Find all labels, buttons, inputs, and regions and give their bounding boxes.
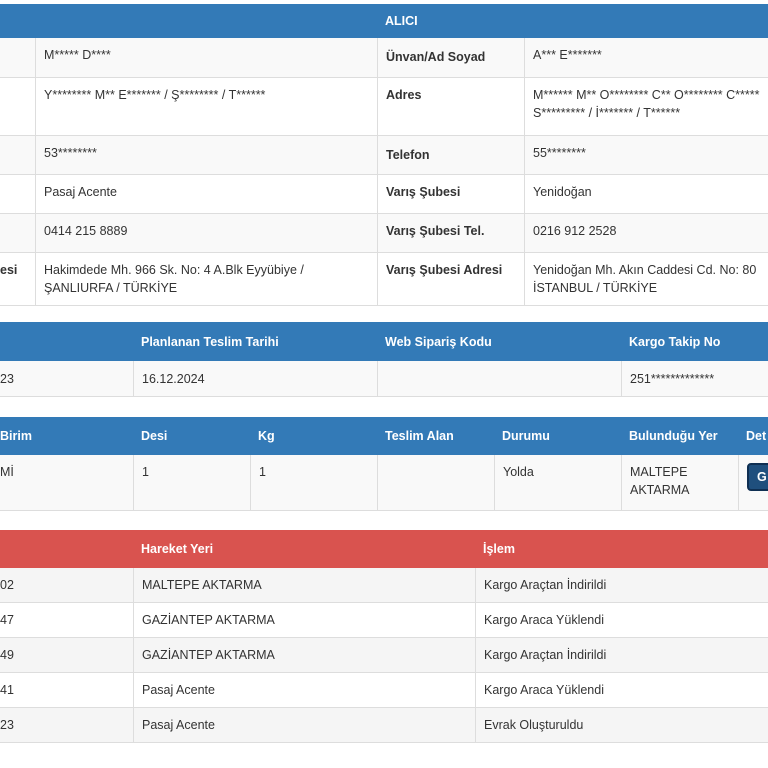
planned-delivery-value: 16.12.2024 — [133, 361, 377, 396]
recipient-name-label: Ünvan/Ad Soyad — [377, 38, 524, 77]
recipient-phone-value: 55******** — [524, 136, 768, 174]
movements-header-row: Hareket Yeri İşlem — [0, 530, 768, 568]
received-by-header: Teslim Alan — [377, 417, 494, 455]
party-header-row: ALICI — [0, 4, 768, 38]
desi-value: 1 — [133, 455, 250, 510]
sender-name-value: M***** D**** — [35, 38, 377, 77]
movement-time: 23 — [0, 718, 14, 732]
sender-label — [0, 214, 35, 252]
recipient-address-label: Adres — [377, 78, 524, 135]
tracking-number-value: 251************* — [621, 361, 768, 396]
movement-row: 49 GAZİANTEP AKTARMA Kargo Araçtan İndir… — [0, 638, 768, 673]
unit-header: Birim — [0, 417, 133, 455]
sender-address-value: Y******** M** E******* / Ş******** / T**… — [35, 78, 377, 135]
arrival-branch-value: Yenidoğan — [524, 175, 768, 213]
kg-value: 1 — [250, 455, 377, 510]
status-table: Birim Desi Kg Teslim Alan Durumu Bulundu… — [0, 417, 768, 511]
party-row-phone: 53******** Telefon 55******** — [0, 136, 768, 175]
web-order-code-value — [377, 361, 621, 396]
movement-action: Kargo Araca Yüklendi — [475, 603, 768, 637]
detail-cell: G — [738, 455, 768, 510]
movements-table: Hareket Yeri İşlem 02 MALTEPE AKTARMA Ka… — [0, 530, 768, 745]
shipment-cell-0: 23 — [0, 371, 14, 386]
arrival-branch-address-line2: İSTANBUL / TÜRKİYE — [533, 281, 658, 295]
sender-label — [0, 78, 35, 135]
movement-location: Pasaj Acente — [133, 708, 475, 742]
sender-phone-value: 53******** — [35, 136, 377, 174]
sender-branch-address-line2: ŞANLIURFA / TÜRKİYE — [44, 281, 178, 295]
state-value: Yolda — [494, 455, 621, 510]
recipient-header: ALICI — [377, 4, 768, 38]
sender-branch-phone-value: 0414 215 8889 — [35, 214, 377, 252]
planned-delivery-header: Planlanan Teslim Tarihi — [133, 322, 377, 361]
movement-location: MALTEPE AKTARMA — [133, 568, 475, 602]
detail-button[interactable]: G — [747, 463, 768, 491]
web-order-code-header: Web Sipariş Kodu — [377, 322, 621, 361]
movement-action: Kargo Araca Yüklendi — [475, 673, 768, 707]
unit-value: Mİ — [0, 465, 14, 479]
kg-header: Kg — [250, 417, 377, 455]
recipient-address-value: M****** M** O******** C** O******** C***… — [524, 78, 768, 135]
movement-action: Kargo Araçtan İndirildi — [475, 568, 768, 602]
recipient-address-line2: S********* / İ******* / T****** — [533, 106, 681, 120]
party-row-branch-phone: 0414 215 8889 Varış Şubesi Tel. 0216 912… — [0, 214, 768, 253]
movement-action-header: İşlem — [475, 530, 768, 568]
movement-location: Pasaj Acente — [133, 673, 475, 707]
shipment-header-cell — [0, 322, 133, 361]
movement-location: GAZİANTEP AKTARMA — [133, 638, 475, 672]
recipient-address-line1: M****** M** O******** C** O******** C***… — [533, 88, 760, 102]
status-data-row: Mİ 1 1 Yolda MALTEPE AKTARMA G — [0, 455, 768, 511]
sender-label — [0, 136, 35, 174]
detail-header: Det — [738, 417, 768, 455]
arrival-branch-phone-label: Varış Şubesi Tel. — [377, 214, 524, 252]
arrival-branch-label: Varış Şubesi — [377, 175, 524, 213]
arrival-branch-address-line1: Yenidoğan Mh. Akın Caddesi Cd. No: 80 — [533, 263, 757, 277]
movement-time: 02 — [0, 578, 14, 592]
arrival-branch-address-value: Yenidoğan Mh. Akın Caddesi Cd. No: 80 İS… — [524, 253, 768, 305]
party-row-name: M***** D**** Ünvan/Ad Soyad A*** E******… — [0, 38, 768, 78]
tracking-number-header: Kargo Takip No — [621, 322, 768, 361]
sender-branch-value: Pasaj Acente — [35, 175, 377, 213]
party-row-branch: Pasaj Acente Varış Şubesi Yenidoğan — [0, 175, 768, 214]
shipment-data-row: 23 16.12.2024 251************* — [0, 361, 768, 397]
sender-branch-address-label: esi — [0, 263, 18, 277]
current-location-line2: AKTARMA — [630, 483, 690, 497]
movement-time-header — [0, 530, 133, 568]
received-by-value — [377, 455, 494, 510]
movement-action: Evrak Oluşturuldu — [475, 708, 768, 742]
sender-branch-address-value: Hakimdede Mh. 966 Sk. No: 4 A.Blk Eyyübi… — [35, 253, 377, 305]
party-table: ALICI M***** D**** Ünvan/Ad Soyad A*** E… — [0, 4, 768, 306]
recipient-phone-label: Telefon — [377, 136, 524, 174]
state-header: Durumu — [494, 417, 621, 455]
movement-row: 41 Pasaj Acente Kargo Araca Yüklendi — [0, 673, 768, 708]
arrival-branch-phone-value: 0216 912 2528 — [524, 214, 768, 252]
recipient-name-value: A*** E******* — [524, 38, 768, 77]
shipment-header-row: Planlanan Teslim Tarihi Web Sipariş Kodu… — [0, 322, 768, 361]
movement-time: 47 — [0, 613, 14, 627]
movement-time: 49 — [0, 648, 14, 662]
movement-action: Kargo Araçtan İndirildi — [475, 638, 768, 672]
current-location-header: Bulunduğu Yer — [621, 417, 738, 455]
movement-time: 41 — [0, 683, 14, 697]
movement-row: 02 MALTEPE AKTARMA Kargo Araçtan İndiril… — [0, 568, 768, 603]
sender-branch-address-line1: Hakimdede Mh. 966 Sk. No: 4 A.Blk Eyyübi… — [44, 263, 304, 277]
arrival-branch-address-label: Varış Şubesi Adresi — [377, 253, 524, 305]
movement-location-header: Hareket Yeri — [133, 530, 475, 568]
shipment-table: Planlanan Teslim Tarihi Web Sipariş Kodu… — [0, 322, 768, 398]
sender-label — [0, 38, 35, 77]
status-header-row: Birim Desi Kg Teslim Alan Durumu Bulundu… — [0, 417, 768, 455]
desi-header: Desi — [133, 417, 250, 455]
current-location-line1: MALTEPE — [630, 465, 688, 479]
sender-label — [0, 175, 35, 213]
party-row-address: Y******** M** E******* / Ş******** / T**… — [0, 78, 768, 136]
movement-row: 23 Pasaj Acente Evrak Oluşturuldu — [0, 708, 768, 743]
party-row-branch-address: esi Hakimdede Mh. 966 Sk. No: 4 A.Blk Ey… — [0, 253, 768, 306]
current-location-value: MALTEPE AKTARMA — [621, 455, 738, 510]
movement-location: GAZİANTEP AKTARMA — [133, 603, 475, 637]
sender-header-cell — [0, 4, 377, 38]
movement-row: 47 GAZİANTEP AKTARMA Kargo Araca Yüklend… — [0, 603, 768, 638]
